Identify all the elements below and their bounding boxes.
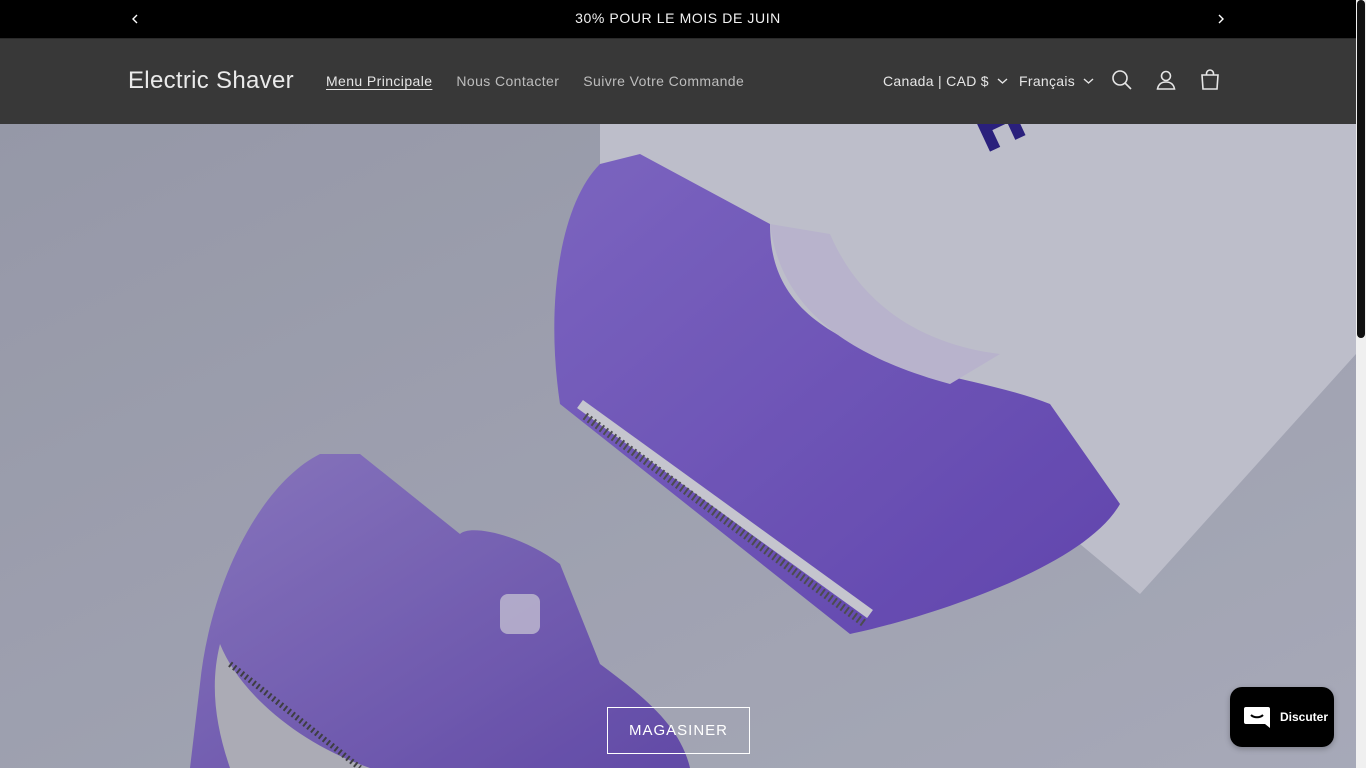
nav-link-suivre-commande[interactable]: Suivre Votre Commande: [583, 73, 744, 89]
chat-bubble-icon: [1244, 707, 1270, 728]
announcement-next-button[interactable]: [1213, 11, 1229, 27]
site-header: Electric Shaver Menu Principale Nous Con…: [0, 39, 1356, 124]
hero-banner: H MAGASINER: [0, 124, 1356, 768]
country-selector[interactable]: Canada | CAD $: [883, 73, 1008, 89]
cart-button[interactable]: [1198, 68, 1222, 92]
cart-icon: [1201, 69, 1219, 90]
chevron-down-icon: [997, 78, 1008, 84]
main-nav: Menu Principale Nous Contacter Suivre Vo…: [326, 73, 744, 89]
chat-widget-label: Discuter: [1280, 710, 1329, 724]
hero-overlay: [0, 124, 1356, 768]
store-logo[interactable]: Electric Shaver: [128, 67, 294, 95]
nav-link-nous-contacter[interactable]: Nous Contacter: [456, 73, 559, 89]
country-selector-label: Canada | CAD $: [883, 73, 989, 89]
announcement-text: 30% POUR LE MOIS DE JUIN: [575, 10, 781, 26]
chat-widget-button[interactable]: Discuter: [1230, 687, 1334, 747]
nav-link-menu-principale[interactable]: Menu Principale: [326, 73, 432, 89]
language-selector-label: Français: [1019, 73, 1076, 89]
chevron-down-icon: [1083, 78, 1094, 84]
announcement-bar: 30% POUR LE MOIS DE JUIN: [0, 0, 1356, 39]
search-icon: [1112, 70, 1132, 90]
search-button[interactable]: [1110, 68, 1134, 92]
chevron-right-icon: [1218, 14, 1224, 24]
account-button[interactable]: [1154, 68, 1178, 92]
page-scrollbar[interactable]: [1356, 0, 1366, 768]
language-selector[interactable]: Français: [1019, 73, 1094, 89]
shop-now-button[interactable]: MAGASINER: [607, 707, 750, 754]
scrollbar-thumb[interactable]: [1357, 0, 1365, 338]
account-icon: [1156, 70, 1176, 90]
